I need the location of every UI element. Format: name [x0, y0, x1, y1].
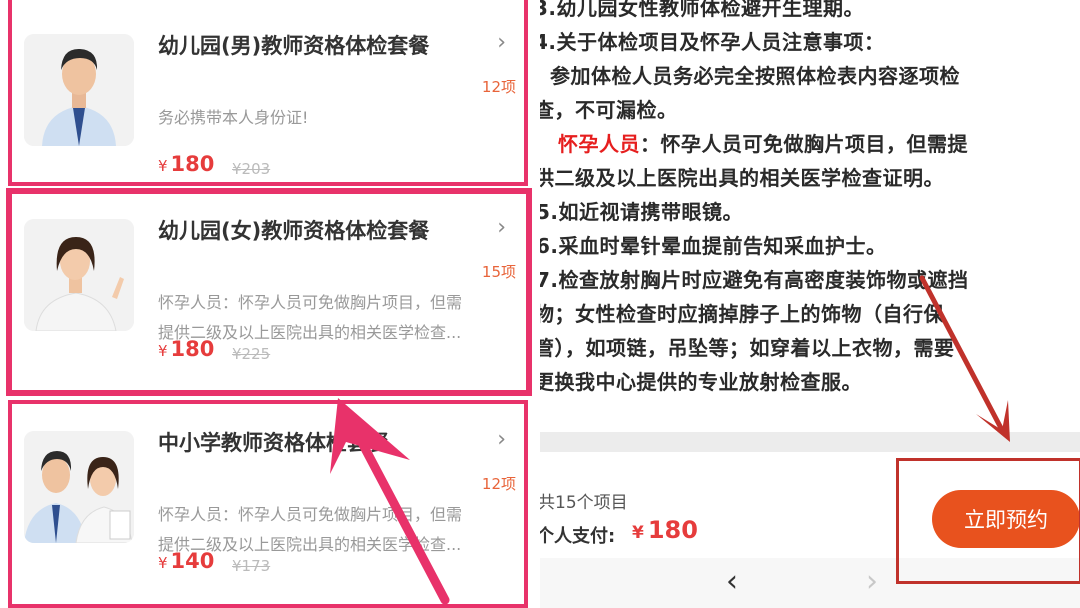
teachers-avatar	[24, 431, 134, 543]
currency-symbol: ¥	[158, 342, 168, 360]
description-line: 怀孕人员：怀孕人员可免做胸片项目，但需	[158, 293, 463, 312]
currency-symbol: ¥	[158, 554, 168, 572]
price-value: 180	[647, 516, 698, 544]
package-card-female[interactable]: 幼儿园(女)教师资格体检套餐 › 15项 怀孕人员：怀孕人员可免做胸片项目，但需…	[10, 185, 530, 390]
original-price: ¥203	[232, 160, 271, 178]
notice-line: 7.检查放射胸片时应避免有高密度装饰物或遮挡	[540, 268, 969, 292]
notice-line: 更换我中心提供的专业放射检查服。	[540, 370, 862, 394]
checkout-bar: 共15个项目 个人支付: ¥180 立即预约 ‹ ›	[540, 458, 1080, 608]
package-price: ¥180	[158, 152, 214, 176]
notice-line: 6.采血时晕针晕血提前告知采血护士。	[540, 234, 887, 258]
notice-line: 3.幼儿园女性教师体检避开生理期。	[540, 0, 865, 20]
original-price: ¥225	[232, 345, 271, 363]
package-card-male[interactable]: 幼儿园(男)教师资格体检套餐 › 12项 务必携带本人身份证! ¥180 ¥20…	[10, 0, 530, 205]
notice-line: 查，不可漏检。	[540, 98, 678, 122]
notice-line: 4.关于体检项目及怀孕人员注意事项：	[540, 30, 885, 54]
chevron-right-icon[interactable]: ›	[497, 427, 506, 452]
notice-line: 5.如近视请携带眼镜。	[540, 200, 744, 224]
currency-symbol: ¥	[632, 523, 644, 543]
description-line: 怀孕人员：怀孕人员可免做胸片项目，但需	[158, 505, 463, 524]
item-count: 15项	[481, 263, 516, 281]
chevron-right-icon[interactable]: ›	[866, 564, 878, 599]
item-count: 12项	[481, 78, 516, 96]
pregnant-label: 怀孕人员	[558, 132, 640, 156]
notice-line: 管），如项链，吊坠等；如穿着以上衣物，需要	[540, 336, 955, 360]
section-divider	[540, 432, 1080, 452]
total-items: 共15个项目	[540, 493, 628, 513]
book-now-button[interactable]: 立即预约	[932, 490, 1080, 548]
notice-line-text: ：怀孕人员可免做胸片项目，但需提	[640, 132, 968, 156]
chevron-left-icon[interactable]: ‹	[726, 564, 738, 599]
notice-line: 参加体检人员务必完全按照体检表内容逐项检	[550, 64, 960, 88]
original-price: ¥173	[232, 557, 271, 575]
male-teacher-avatar	[24, 34, 134, 146]
pay-label: 个人支付:	[540, 526, 616, 547]
chevron-right-icon[interactable]: ›	[497, 215, 506, 240]
package-title: 幼儿园(女)教师资格体检套餐	[158, 219, 430, 243]
description-line: 务必携带本人身份证!	[158, 108, 309, 127]
package-price: ¥140	[158, 549, 214, 573]
package-title: 幼儿园(男)教师资格体检套餐	[158, 34, 430, 58]
female-teacher-avatar	[24, 219, 134, 331]
notice-line: 怀孕人员：怀孕人员可免做胸片项目，但需提	[558, 128, 968, 157]
price-value: 180	[170, 337, 215, 361]
package-list-panel: 幼儿园(男)教师资格体检套餐 › 12项 务必携带本人身份证! ¥180 ¥20…	[0, 0, 540, 608]
chevron-right-icon[interactable]: ›	[497, 30, 506, 55]
package-price: ¥180	[158, 337, 214, 361]
notice-line: 物；女性检查时应摘掉脖子上的饰物（自行保	[540, 302, 944, 326]
price-value: 180	[170, 152, 215, 176]
detail-panel: 3.幼儿园女性教师体检避开生理期。 4.关于体检项目及怀孕人员注意事项： 参加体…	[540, 0, 1080, 608]
package-description: 务必携带本人身份证!	[158, 103, 520, 133]
notice-line: 供二级及以上医院出具的相关医学检查证明。	[540, 166, 944, 190]
currency-symbol: ¥	[158, 157, 168, 175]
package-card-school[interactable]: 中小学教师资格体检套餐 › 12项 怀孕人员：怀孕人员可免做胸片项目，但需 提供…	[10, 397, 530, 602]
browser-nav-bar: ‹ ›	[540, 558, 1080, 608]
item-count: 12项	[481, 475, 516, 493]
package-title: 中小学教师资格体检套餐	[158, 431, 389, 455]
price-value: 140	[170, 549, 215, 573]
pay-price: ¥180	[632, 516, 698, 544]
